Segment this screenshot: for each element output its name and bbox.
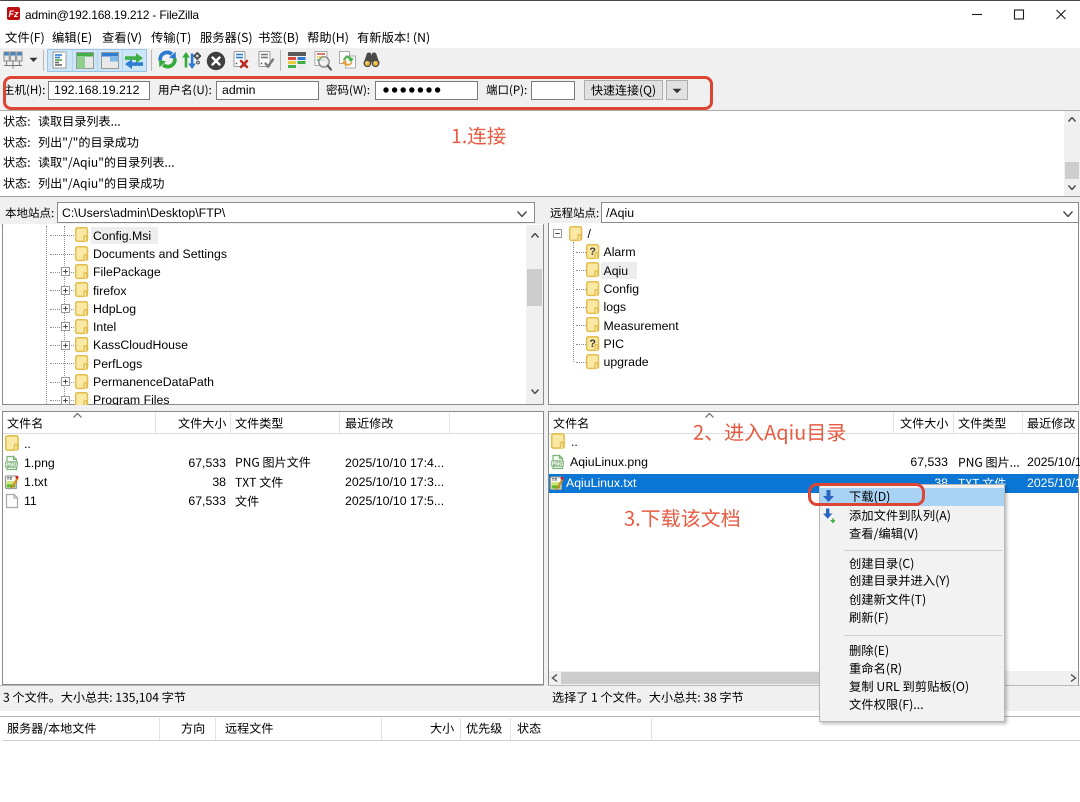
svg-text:?: ? — [589, 338, 596, 350]
svg-text:PNG: PNG — [551, 461, 563, 467]
svg-text:Fz: Fz — [9, 9, 19, 19]
svg-text:PNG: PNG — [5, 462, 17, 468]
svg-text:?: ? — [589, 246, 596, 258]
